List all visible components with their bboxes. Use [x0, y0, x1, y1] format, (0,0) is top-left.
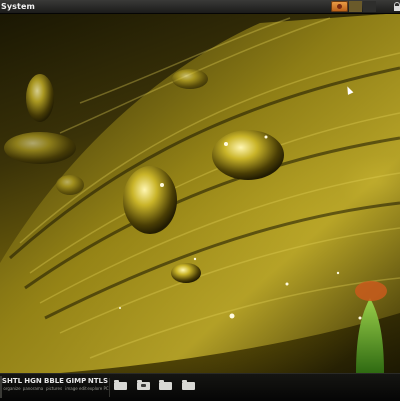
launcher-gimp[interactable]: GIMP image edit	[64, 377, 88, 399]
lock-icon-body	[394, 6, 400, 11]
pictures-folder-icon[interactable]	[159, 380, 172, 390]
launcher-subtitle: pictures	[45, 386, 63, 391]
water-droplet-top	[172, 69, 208, 89]
launcher-subtitle: explore PC	[87, 386, 109, 391]
launcher-subtitle: image edit	[65, 386, 87, 391]
water-droplet-mid	[56, 175, 84, 195]
water-droplet-large	[123, 166, 177, 234]
dock-divider	[109, 378, 110, 397]
downloads-folder-icon[interactable]	[182, 380, 195, 390]
water-droplet-wide	[212, 130, 284, 180]
folder-icon-body	[182, 382, 195, 390]
launcher-abbr: GIMP	[65, 377, 87, 385]
lock-icon[interactable]	[394, 2, 400, 11]
media-player-icon-dot	[337, 4, 342, 9]
media-player-icon[interactable]	[331, 1, 348, 12]
folder-icon-body	[114, 382, 127, 390]
launcher-abbr: BBLE	[44, 377, 64, 385]
wallpaper-leaf-art	[0, 13, 400, 373]
folder-icon-body	[159, 382, 172, 390]
system-menu[interactable]: System	[1, 0, 35, 13]
water-droplet-small	[171, 263, 201, 283]
top-panel: System	[0, 0, 400, 14]
water-droplet-blur	[4, 132, 76, 164]
music-note-mark	[141, 384, 146, 387]
water-droplet-left	[26, 74, 54, 122]
launcher-abbr: NTLS	[87, 377, 109, 385]
applet-icon-dark[interactable]	[363, 1, 376, 12]
folder-icon[interactable]	[114, 380, 127, 390]
launcher-nautilus[interactable]: NTLS explore PC	[86, 377, 110, 399]
desktop-wallpaper[interactable]	[0, 13, 400, 373]
music-folder-icon[interactable]	[137, 380, 150, 390]
sprout-tip	[355, 281, 387, 301]
applet-icon[interactable]	[349, 1, 362, 12]
bottom-dock: SHTL organize HGN panorama BBLE pictures…	[0, 373, 400, 401]
launcher-bbqle[interactable]: BBLE pictures	[42, 377, 66, 399]
